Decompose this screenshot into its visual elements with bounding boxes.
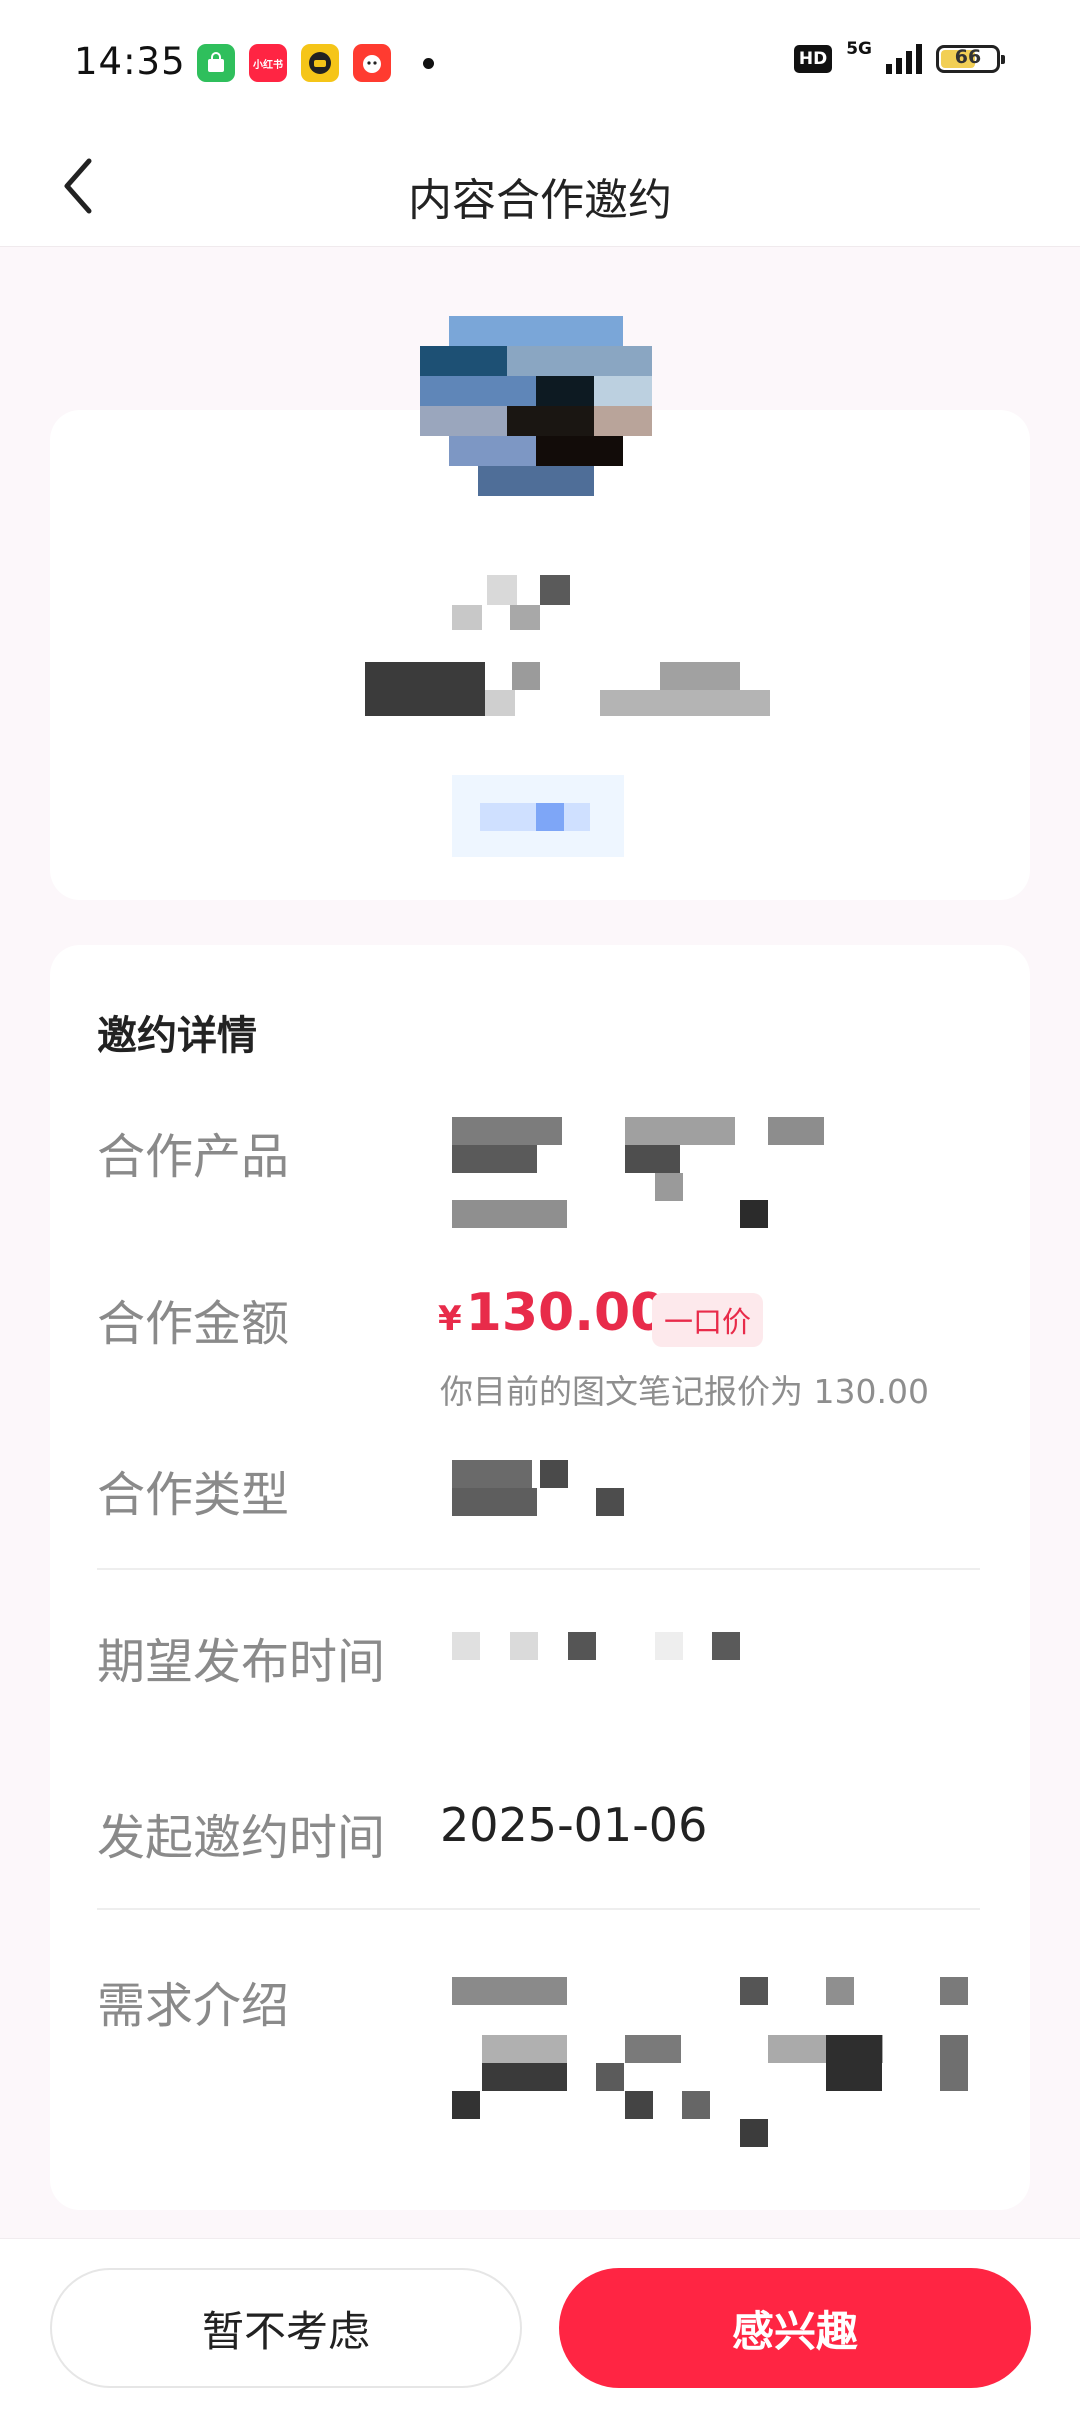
cooperation-amount: ¥ 130.00 <box>438 1283 666 1343</box>
redacted-nickname <box>510 605 540 630</box>
status-bar: 14:35 小红书 HD 5G 66 <box>0 0 1080 124</box>
initiated-time-value: 2025-01-06 <box>440 1798 708 1852</box>
system-status-icons: HD 5G 66 <box>793 39 1005 74</box>
redacted-nickname <box>540 575 570 605</box>
taxi-app-icon <box>301 44 339 82</box>
battery-icon: 66 <box>936 45 1005 73</box>
xiaohongshu-icon: 小红书 <box>249 44 287 82</box>
amount-label: 合作金额 <box>97 1296 290 1352</box>
dog-app-icon <box>353 44 391 82</box>
redacted-bio <box>365 662 485 716</box>
initiated-time-label: 发起邀约时间 <box>97 1810 386 1866</box>
shopping-bag-icon <box>197 44 235 82</box>
signal-icon <box>886 44 922 74</box>
type-label: 合作类型 <box>97 1467 290 1523</box>
section-title: 邀约详情 <box>97 1013 257 1059</box>
expected-publish-time-label: 期望发布时间 <box>97 1634 386 1690</box>
requirement-label: 需求介绍 <box>97 1978 290 2034</box>
product-label: 合作产品 <box>97 1129 290 1185</box>
status-time: 14:35 <box>74 40 186 83</box>
current-quote-note: 你目前的图文笔记报价为 130.00 <box>440 1372 929 1411</box>
redacted-nickname <box>487 575 517 605</box>
more-notifications-dot <box>423 57 434 69</box>
decline-button[interactable]: 暂不考虑 <box>50 2268 522 2388</box>
avatar[interactable] <box>420 316 652 526</box>
price-value: 130.00 <box>465 1283 667 1343</box>
redacted-nickname <box>452 605 482 630</box>
row-divider <box>97 1908 980 1910</box>
page-title: 内容合作邀约 <box>408 175 672 226</box>
redacted-bio <box>485 690 515 716</box>
fixed-price-badge: 一口价 <box>652 1293 764 1347</box>
interested-button[interactable]: 感兴趣 <box>559 2268 1031 2388</box>
redacted-bio <box>660 662 740 690</box>
battery-percentage: 66 <box>954 46 982 68</box>
notification-app-icons: 小红书 <box>197 44 434 82</box>
network-type: 5G <box>846 39 872 59</box>
currency-symbol: ¥ <box>438 1299 462 1339</box>
nav-bar: 内容合作邀约 <box>0 124 1080 247</box>
redacted-bio <box>512 662 540 690</box>
redacted-tag <box>452 775 624 857</box>
hd-icon: HD <box>793 45 833 73</box>
redacted-bio <box>600 690 770 716</box>
row-divider <box>97 1568 980 1570</box>
